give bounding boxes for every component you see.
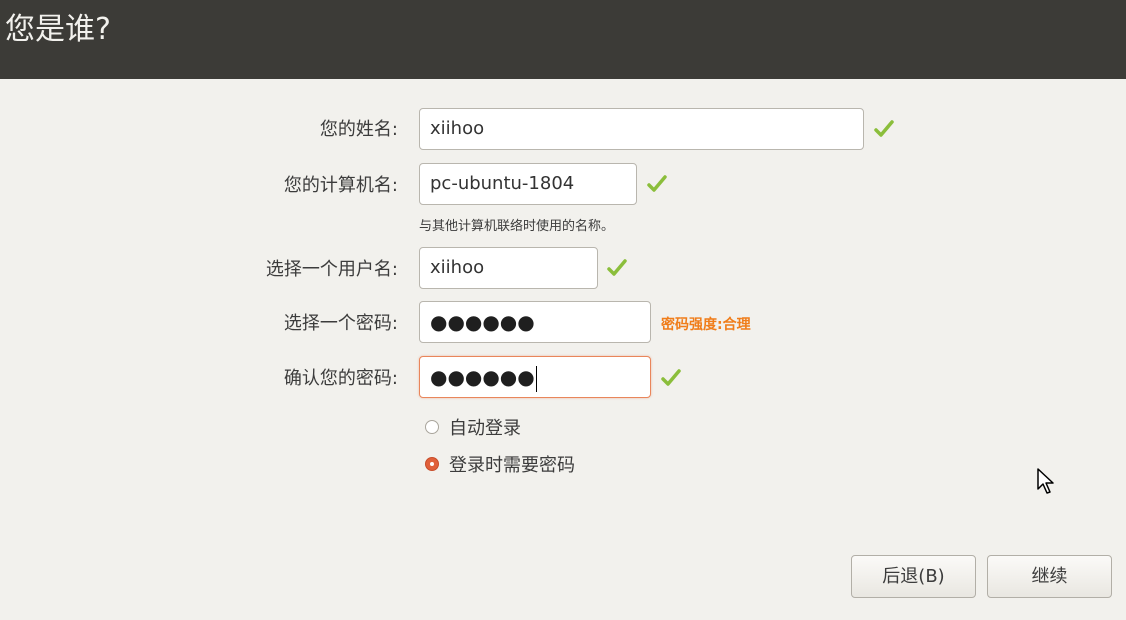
username-label: 选择一个用户名: (265, 259, 398, 280)
auto-login-radio[interactable] (425, 420, 439, 434)
password-field[interactable]: ●●●●●● (419, 301, 651, 343)
header-bar: 您是谁? (0, 0, 1126, 79)
name-field[interactable]: xiihoo (419, 108, 864, 150)
computer-name-check-icon (647, 175, 667, 192)
confirm-password-check-icon (661, 369, 681, 386)
username-field[interactable]: xiihoo (419, 247, 598, 289)
require-password-radio[interactable] (425, 457, 439, 471)
mouse-pointer-icon (1037, 468, 1054, 494)
computer-name-hint: 与其他计算机联络时使用的名称。 (419, 219, 615, 234)
auto-login-label: 自动登录 (449, 418, 521, 439)
username-value: xiihoo (430, 257, 485, 278)
text-cursor (535, 366, 537, 392)
password-value: ●●●●●● (430, 310, 535, 334)
computer-name-value: pc-ubuntu-1804 (430, 173, 575, 194)
require-password-option[interactable]: 登录时需要密码 (425, 452, 575, 476)
back-button[interactable]: 后退(B) (851, 555, 976, 598)
name-value: xiihoo (430, 118, 485, 139)
require-password-label: 登录时需要密码 (449, 455, 575, 476)
page-title: 您是谁? (5, 12, 111, 47)
confirm-password-field[interactable]: ●●●●●● (419, 356, 651, 398)
auto-login-option[interactable]: 自动登录 (425, 415, 521, 439)
password-strength: 密码强度:合理 (661, 317, 751, 333)
password-label: 选择一个密码: (283, 313, 398, 334)
continue-button[interactable]: 继续 (987, 555, 1112, 598)
confirm-password-value: ●●●●●● (430, 365, 535, 389)
computer-name-field[interactable]: pc-ubuntu-1804 (419, 163, 637, 205)
name-label: 您的姓名: (319, 119, 398, 140)
computer-name-label: 您的计算机名: (283, 175, 398, 196)
confirm-password-label: 确认您的密码: (283, 368, 398, 389)
username-check-icon (607, 259, 627, 276)
name-check-icon (874, 120, 894, 137)
